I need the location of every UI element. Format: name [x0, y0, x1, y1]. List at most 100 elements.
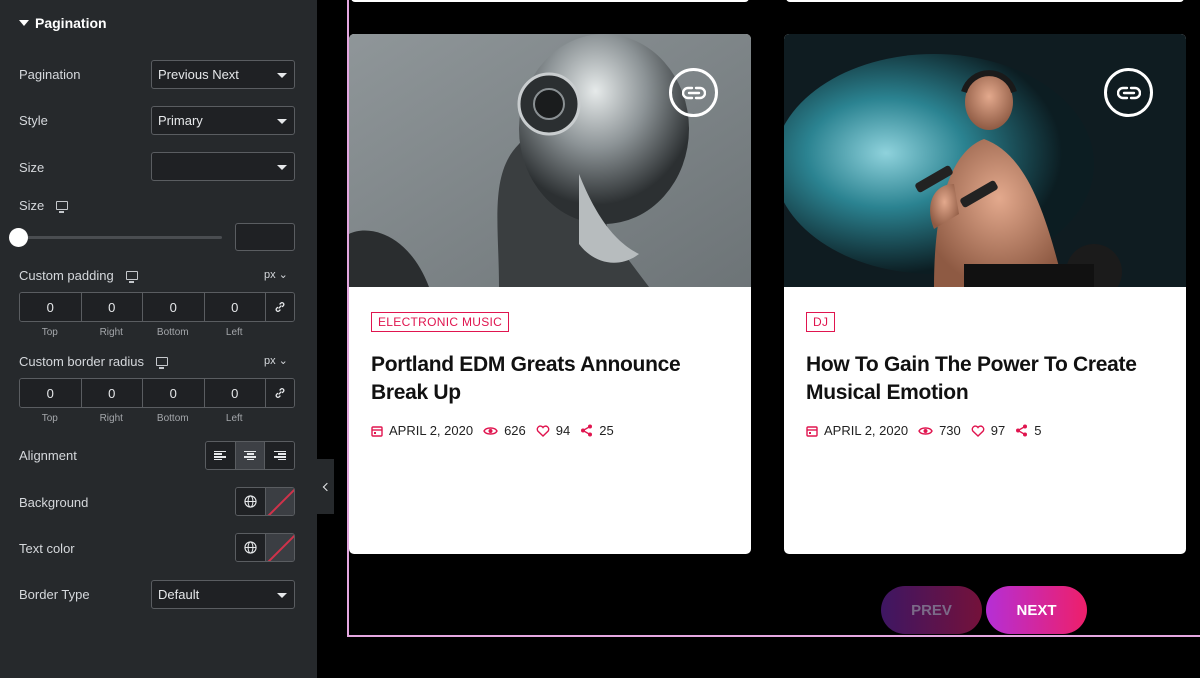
pagination-select-value: Previous Next	[158, 67, 239, 82]
post-likes[interactable]: 94	[536, 423, 570, 438]
next-page-button[interactable]: NEXT	[986, 586, 1087, 634]
category-badge[interactable]: ELECTRONIC MUSIC	[371, 312, 510, 332]
size-slider-handle[interactable]	[9, 228, 28, 247]
text-color-control	[235, 533, 295, 562]
link-icon	[275, 388, 285, 398]
dropdown-arrow-icon	[277, 119, 287, 124]
post-link-button[interactable]	[669, 68, 718, 117]
post-date: APRIL 2, 2020	[806, 423, 908, 438]
previous-row-card[interactable]	[351, 0, 749, 2]
link-values-button[interactable]	[266, 293, 294, 321]
alignment-control	[205, 441, 295, 470]
side-label-left: Left	[225, 327, 243, 338]
section-toggle-pagination[interactable]: Pagination	[19, 15, 107, 31]
post-title[interactable]: Portland EDM Greats Announce Break Up	[371, 351, 731, 407]
alignment-label: Alignment	[19, 448, 77, 463]
align-right-icon	[273, 450, 286, 461]
style-select[interactable]: Primary	[151, 106, 295, 135]
padding-top-input[interactable]: 0	[20, 293, 82, 321]
side-label-right: Right	[99, 327, 123, 338]
globe-icon	[244, 541, 257, 554]
radius-left-input[interactable]: 0	[204, 379, 266, 407]
side-label-bottom: Bottom	[156, 413, 189, 424]
share-icon	[1016, 424, 1028, 437]
radius-inputs: 0 0 0 0	[19, 378, 295, 408]
background-color-swatch[interactable]	[266, 488, 294, 515]
post-thumbnail[interactable]	[784, 34, 1186, 287]
radius-right-input[interactable]: 0	[81, 379, 143, 407]
link-icon	[275, 302, 285, 312]
padding-unit-select[interactable]: px ⌄	[264, 268, 288, 281]
eye-icon	[483, 426, 498, 435]
global-colors-button[interactable]	[236, 488, 266, 515]
prev-page-button[interactable]: PREV	[881, 586, 982, 634]
share-icon	[581, 424, 593, 437]
radius-unit-select[interactable]: px ⌄	[264, 354, 288, 367]
pagination-select[interactable]: Previous Next	[151, 60, 295, 89]
background-color-control	[235, 487, 295, 516]
settings-panel: Pagination Pagination Previous Next Styl…	[0, 0, 317, 678]
side-label-bottom: Bottom	[156, 327, 189, 338]
dropdown-arrow-icon	[277, 165, 287, 170]
style-select-value: Primary	[158, 113, 203, 128]
radius-top-input[interactable]: 0	[20, 379, 82, 407]
post-card[interactable]: DJ How To Gain The Power To Create Music…	[784, 34, 1186, 554]
dropdown-arrow-icon	[277, 593, 287, 598]
padding-bottom-input[interactable]: 0	[143, 293, 205, 321]
calendar-icon	[371, 425, 383, 437]
size-slider-label: Size	[19, 198, 69, 213]
desktop-icon[interactable]	[125, 271, 138, 283]
border-radius-label: Custom border radius	[19, 354, 168, 369]
post-meta: APRIL 2, 2020 730 97 5	[806, 423, 1051, 438]
section-title: Pagination	[35, 15, 107, 31]
text-color-swatch[interactable]	[266, 534, 294, 561]
link-icon	[681, 86, 706, 99]
size-slider-track[interactable]	[19, 236, 222, 239]
align-left-button[interactable]	[206, 442, 236, 469]
radius-side-labels: Top Right Bottom Left	[19, 413, 295, 424]
desktop-icon[interactable]	[56, 201, 69, 213]
align-left-icon	[214, 450, 227, 461]
text-color-label: Text color	[19, 541, 75, 556]
globe-icon	[244, 495, 257, 508]
size-select[interactable]	[151, 152, 295, 181]
radius-bottom-input[interactable]: 0	[143, 379, 205, 407]
padding-left-input[interactable]: 0	[204, 293, 266, 321]
link-values-button[interactable]	[266, 379, 294, 407]
global-colors-button[interactable]	[236, 534, 266, 561]
calendar-icon	[806, 425, 818, 437]
style-label: Style	[19, 113, 48, 128]
post-link-button[interactable]	[1104, 68, 1153, 117]
dropdown-arrow-icon	[277, 73, 287, 78]
collapse-panel-button[interactable]	[317, 459, 334, 514]
post-meta: APRIL 2, 2020 626 94 25	[371, 423, 624, 438]
align-right-button[interactable]	[265, 442, 294, 469]
padding-side-labels: Top Right Bottom Left	[19, 327, 295, 338]
pagination-label: Pagination	[19, 67, 81, 82]
post-likes[interactable]: 97	[971, 423, 1005, 438]
size-label: Size	[19, 160, 45, 175]
padding-inputs: 0 0 0 0	[19, 292, 295, 322]
border-type-select[interactable]: Default	[151, 580, 295, 609]
post-thumbnail[interactable]	[349, 34, 751, 287]
post-card[interactable]: ELECTRONIC MUSIC Portland EDM Greats Ann…	[349, 34, 751, 554]
category-badge[interactable]: DJ	[806, 312, 836, 332]
eye-icon	[918, 426, 933, 435]
border-type-select-value: Default	[158, 587, 200, 602]
desktop-icon[interactable]	[156, 357, 168, 369]
align-center-button[interactable]	[235, 442, 266, 469]
custom-padding-label: Custom padding	[19, 268, 138, 283]
post-shares[interactable]: 25	[580, 423, 614, 438]
background-label: Background	[19, 495, 89, 510]
heart-icon	[536, 424, 550, 437]
post-shares[interactable]: 5	[1015, 423, 1041, 438]
border-type-label: Border Type	[19, 587, 90, 602]
side-label-top: Top	[41, 327, 58, 338]
chevron-left-icon	[322, 482, 331, 491]
side-label-top: Top	[41, 413, 58, 424]
post-title[interactable]: How To Gain The Power To Create Musical …	[806, 351, 1166, 407]
previous-row-card[interactable]	[786, 0, 1184, 2]
size-slider-input[interactable]	[235, 223, 295, 251]
side-label-right: Right	[99, 413, 123, 424]
padding-right-input[interactable]: 0	[81, 293, 143, 321]
